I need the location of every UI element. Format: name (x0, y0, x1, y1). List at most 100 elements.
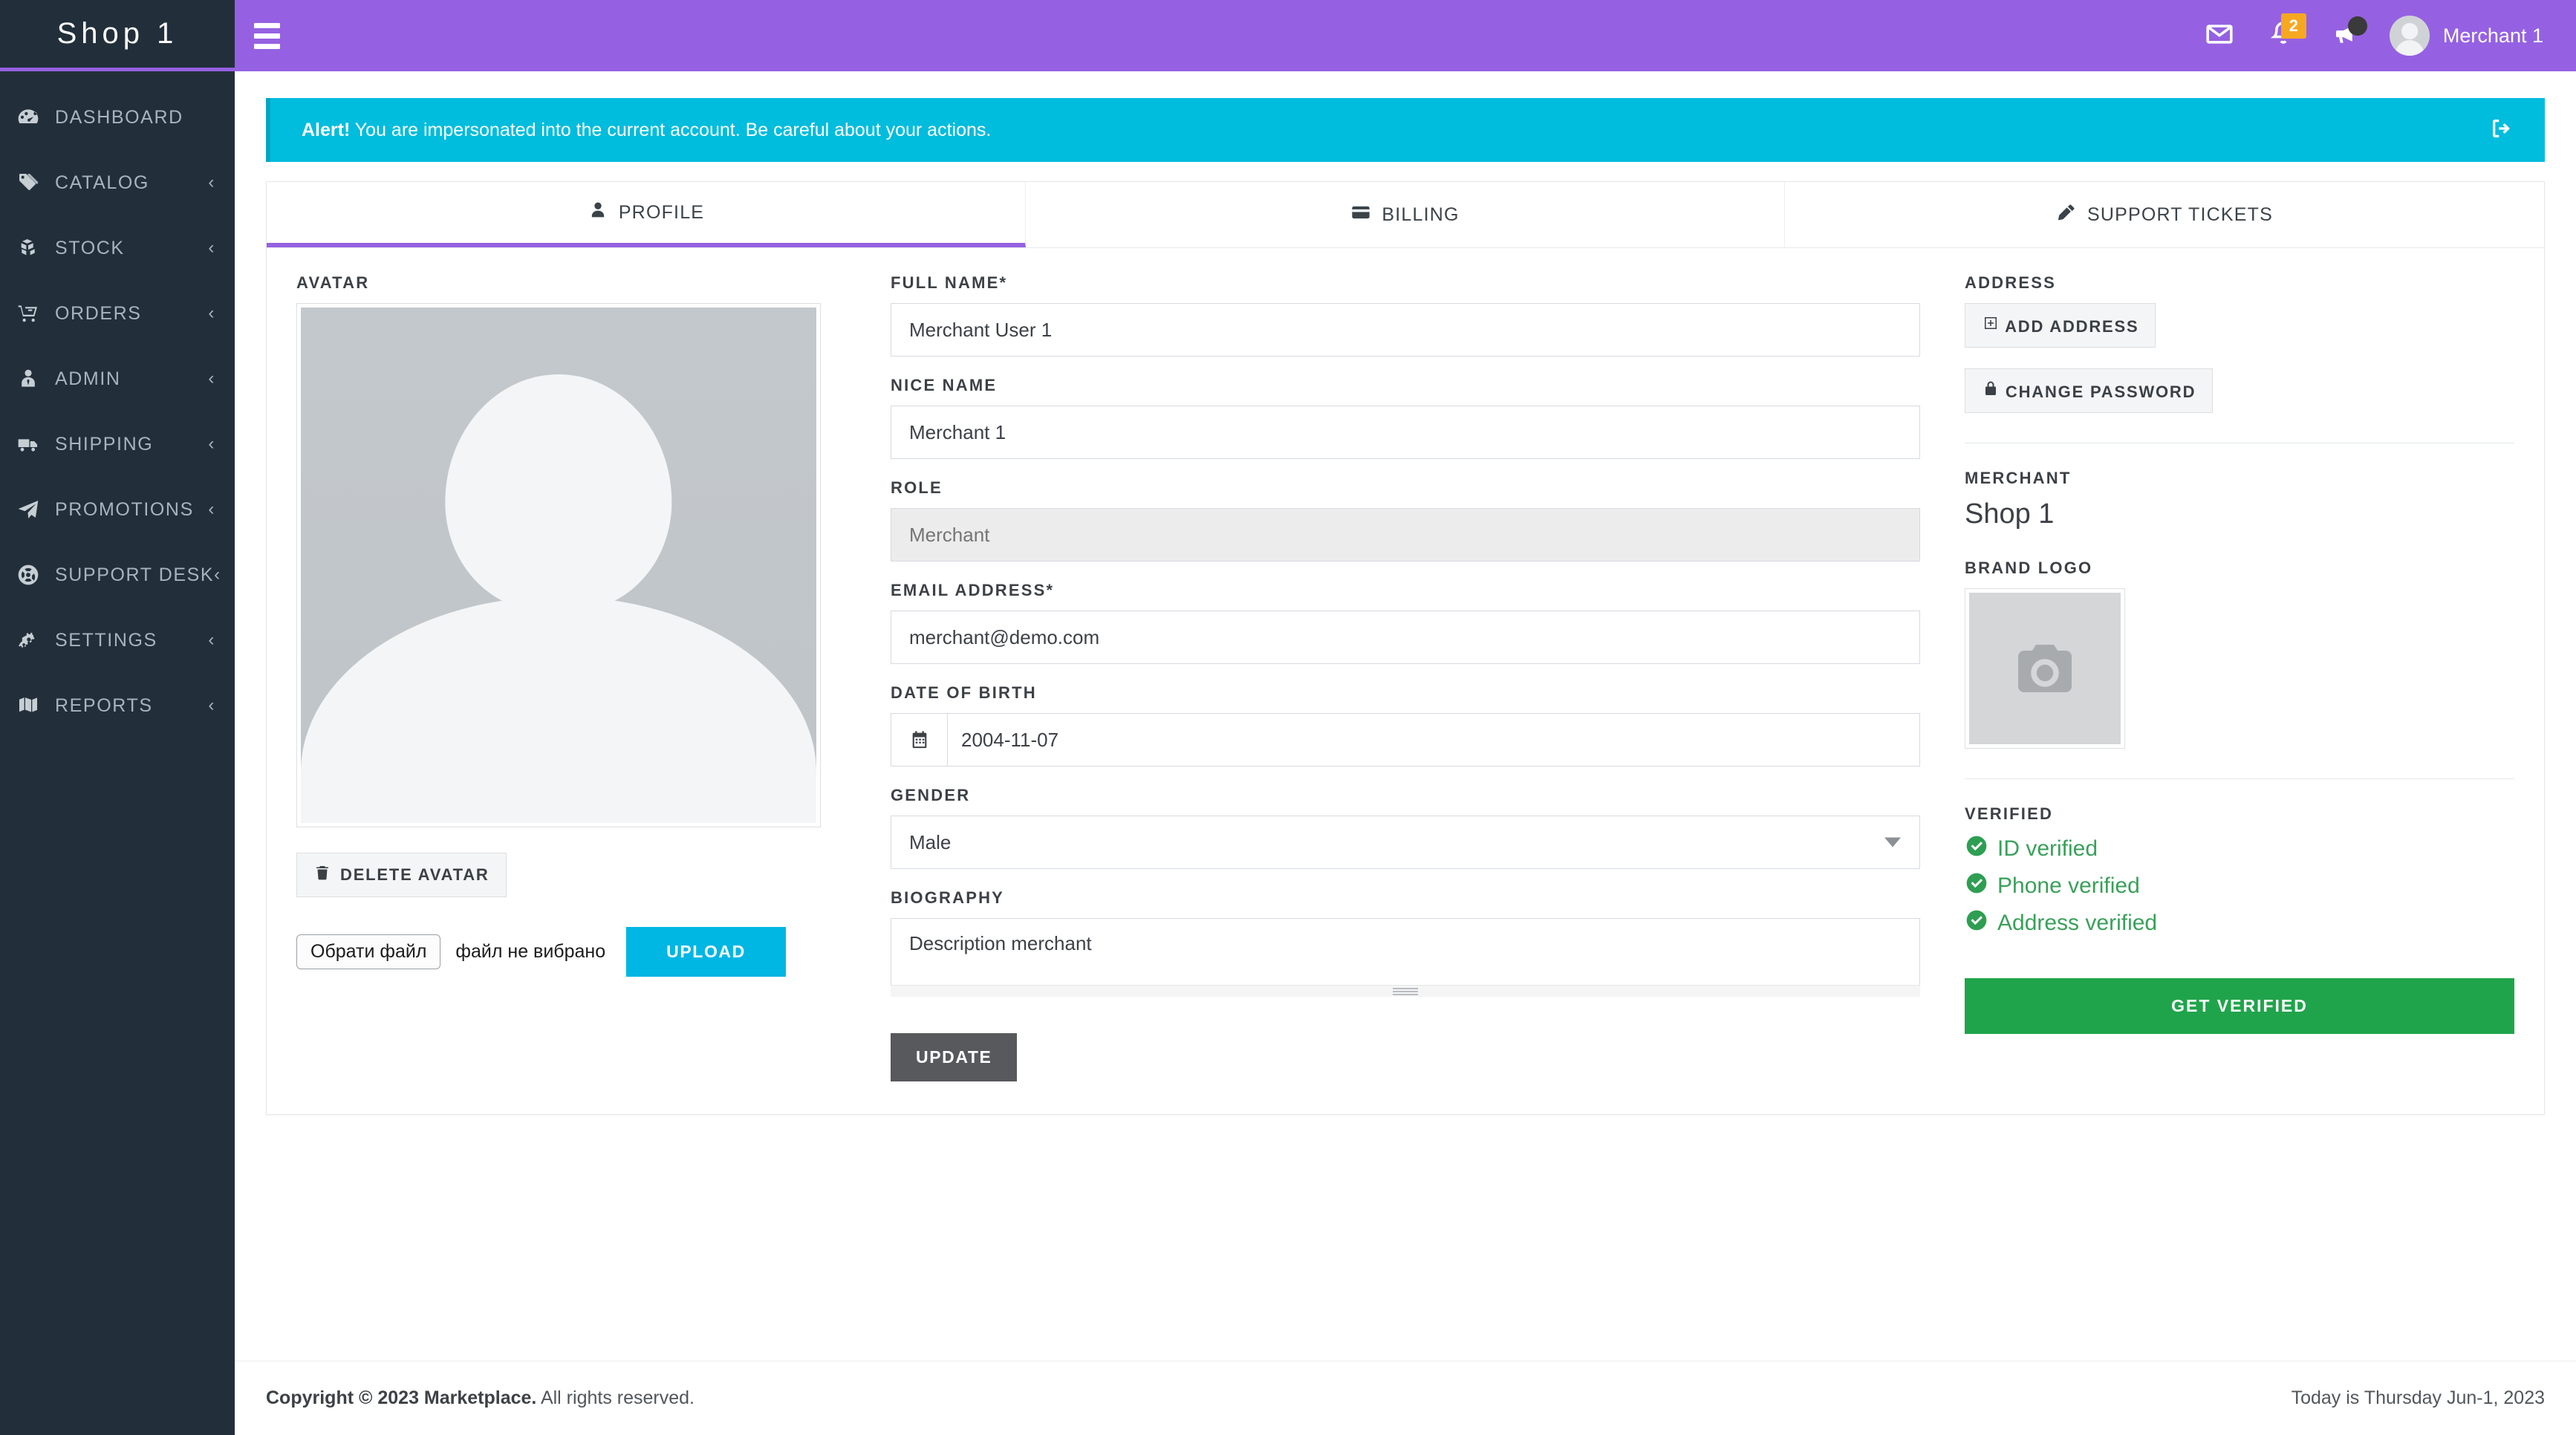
brand-logo-preview (1965, 588, 2125, 749)
gender-label: GENDER (891, 786, 971, 804)
dob-input[interactable] (948, 714, 1919, 766)
update-button[interactable]: UPDATE (891, 1033, 1018, 1081)
biography-textarea[interactable]: Description merchant (891, 918, 1920, 994)
calendar-icon[interactable] (891, 714, 948, 766)
sidebar-item-dashboard[interactable]: DASHBOARD (0, 85, 235, 150)
biography-wrap: Description merchant (891, 918, 1920, 998)
check-circle-icon (1965, 871, 1988, 901)
cart-icon (16, 302, 55, 325)
sidebar-item-settings[interactable]: SETTINGS ‹ (0, 608, 235, 673)
map-icon (16, 694, 55, 718)
sidebar: Shop 1 DASHBOARD CATALOG ‹ STOCK ‹ ORDER… (0, 0, 235, 1435)
gender-select[interactable]: Male (891, 816, 1920, 869)
verified-item-id: ID verified (1965, 834, 2514, 864)
profile-card: PROFILE BILLING SUPPORT TICKETS AVATAR D… (266, 181, 2545, 1115)
credit-card-icon (1350, 202, 1371, 228)
sidebar-item-shipping[interactable]: SHIPPING ‹ (0, 411, 235, 477)
role-input (891, 508, 1920, 562)
tag-icon (16, 171, 55, 195)
truck-icon (16, 432, 55, 456)
lifebuoy-icon (16, 563, 55, 587)
avatar-preview (296, 303, 821, 827)
user-name-label: Merchant 1 (2442, 24, 2543, 47)
notifications-button[interactable]: 2 (2251, 0, 2315, 71)
tab-label: SUPPORT TICKETS (2087, 204, 2273, 225)
dob-input-group (891, 713, 1920, 767)
today-date-label: Today is Thursday Jun-1, 2023 (2291, 1387, 2545, 1408)
announcements-button[interactable] (2315, 0, 2379, 71)
avatar-actions: DELETE AVATAR Обрати файл файл не вибран… (296, 853, 846, 977)
plus-square-icon (1982, 317, 2005, 336)
field-full-name: FULL NAME* (891, 273, 1920, 357)
change-password-button[interactable]: CHANGE PASSWORD (1965, 368, 2214, 413)
chevron-left-icon: ‹ (208, 499, 215, 519)
chevron-left-icon: ‹ (208, 368, 215, 388)
avatar-file-input[interactable]: Обрати файл файл не вибрано (296, 934, 605, 969)
avatar-upload-row: Обрати файл файл не вибрано UPLOAD (296, 927, 846, 977)
impersonation-alert: Alert! You are impersonated into the cur… (266, 98, 2545, 162)
sidebar-item-label: DASHBOARD (55, 106, 183, 128)
copyright-strong: Copyright © 2023 Marketplace. (266, 1387, 537, 1408)
get-verified-button[interactable]: GET VERIFIED (1965, 978, 2514, 1034)
tab-profile[interactable]: PROFILE (267, 182, 1026, 247)
merchant-name: Shop 1 (1965, 498, 2055, 530)
sidebar-item-label: PROMOTIONS (55, 498, 194, 520)
delete-avatar-button[interactable]: DELETE AVATAR (296, 853, 507, 897)
check-circle-icon (1965, 908, 1988, 938)
verified-item-phone: Phone verified (1965, 871, 2514, 901)
field-date-of-birth: DATE OF BIRTH (891, 683, 1920, 767)
avatar-label: AVATAR (296, 273, 370, 292)
avatar-column: AVATAR DELETE AVATAR Обрати файл файл не… (296, 273, 891, 1081)
sidebar-item-label: SUPPORT DESK (55, 564, 215, 585)
sidebar-item-catalog[interactable]: CATALOG ‹ (0, 150, 235, 215)
hamburger-icon[interactable] (254, 22, 287, 49)
leave-impersonation-button[interactable] (2488, 115, 2515, 146)
full-name-label: FULL NAME* (891, 273, 1008, 292)
chevron-left-icon: ‹ (208, 630, 215, 650)
ticket-icon (2056, 202, 2077, 228)
avatar (2389, 16, 2430, 56)
profile-form: FULL NAME* NICE NAME ROLE EMAIL (891, 273, 1965, 1081)
nice-name-input[interactable] (891, 406, 1920, 459)
choose-file-button[interactable]: Обрати файл (296, 934, 441, 969)
user-menu[interactable]: Merchant 1 (2389, 16, 2543, 56)
tab-billing[interactable]: BILLING (1026, 182, 1785, 247)
sidebar-item-stock[interactable]: STOCK ‹ (0, 215, 235, 281)
app-root: Shop 1 DASHBOARD CATALOG ‹ STOCK ‹ ORDER… (0, 0, 2576, 1435)
sidebar-nav: DASHBOARD CATALOG ‹ STOCK ‹ ORDERS ‹ ADM… (0, 71, 235, 738)
sidebar-item-label: ORDERS (55, 302, 142, 324)
upload-button[interactable]: UPLOAD (626, 927, 786, 977)
verified-item-label: Phone verified (1997, 873, 2140, 898)
sidebar-item-label: SETTINGS (55, 629, 157, 651)
sidebar-item-label: STOCK (55, 237, 125, 258)
address-label: ADDRESS (1965, 273, 2056, 292)
sidebar-item-label: REPORTS (55, 694, 153, 716)
add-address-button[interactable]: ADD ADDRESS (1965, 303, 2156, 348)
tab-support-tickets[interactable]: SUPPORT TICKETS (1785, 182, 2544, 247)
dashboard-icon (16, 105, 55, 129)
page-content: Alert! You are impersonated into the cur… (235, 71, 2576, 1361)
full-name-input[interactable] (891, 303, 1920, 357)
role-label: ROLE (891, 478, 943, 497)
chevron-left-icon: ‹ (214, 564, 221, 585)
sidebar-item-support-desk[interactable]: SUPPORT DESK ‹ (0, 542, 235, 608)
merchant-label: MERCHANT (1965, 469, 2072, 487)
nice-name-label: NICE NAME (891, 376, 998, 394)
email-input[interactable] (891, 611, 1920, 664)
main-area: 2 Merchant 1 Alert! You are impersonated… (235, 0, 2576, 1435)
messages-button[interactable] (2188, 0, 2251, 71)
sidebar-item-orders[interactable]: ORDERS ‹ (0, 281, 235, 346)
sidebar-item-label: ADMIN (55, 368, 121, 389)
sidebar-item-promotions[interactable]: PROMOTIONS ‹ (0, 477, 235, 542)
add-address-label: ADD ADDRESS (2005, 317, 2139, 336)
dob-label: DATE OF BIRTH (891, 683, 1037, 702)
sidebar-item-admin[interactable]: ADMIN ‹ (0, 346, 235, 411)
resize-handle[interactable] (891, 985, 1920, 997)
sidebar-item-reports[interactable]: REPORTS ‹ (0, 673, 235, 738)
alert-message: Alert! You are impersonated into the cur… (302, 120, 2488, 141)
field-email: EMAIL ADDRESS* (891, 581, 1920, 664)
sidebar-item-label: SHIPPING (55, 433, 154, 455)
chevron-left-icon: ‹ (208, 172, 215, 192)
page-footer: Copyright © 2023 Marketplace. All rights… (235, 1361, 2576, 1435)
field-biography: BIOGRAPHY Description merchant (891, 888, 1920, 998)
